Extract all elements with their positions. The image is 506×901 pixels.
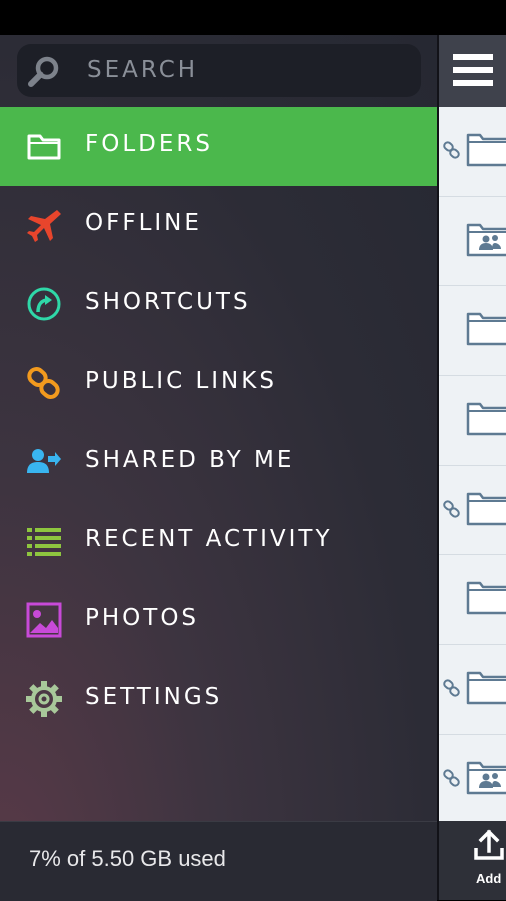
menu-item-shortcuts[interactable]: SHORTCUTS [0, 265, 437, 344]
shortcut-icon [27, 287, 61, 321]
menu-item-folders[interactable]: FOLDERS [0, 107, 437, 186]
search-field[interactable]: SEARCH [17, 44, 421, 97]
list-icon [27, 528, 61, 556]
menu-item-label: SHARED BY ME [85, 447, 295, 473]
add-button-label[interactable]: Add [476, 871, 501, 886]
airplane-icon [27, 210, 61, 242]
menu-item-label: SHORTCUTS [85, 289, 251, 315]
folder-list [439, 107, 506, 825]
shared-user-icon [27, 449, 61, 473]
folder-icon [466, 492, 506, 525]
shared-folder-icon [466, 761, 506, 795]
menu-item-offline[interactable]: OFFLINE [0, 186, 437, 265]
menu-item-label: SETTINGS [85, 684, 223, 710]
search-icon [28, 56, 59, 87]
menu-item-settings[interactable]: SETTINGS [0, 660, 437, 739]
folder-icon [466, 313, 506, 346]
menu-icon[interactable] [453, 52, 493, 88]
folder-row[interactable] [439, 735, 506, 825]
folder-row[interactable] [439, 466, 506, 556]
navigation-drawer: SEARCH FOLDERS OFFLINE SHORTCUTS PUBLIC … [0, 35, 437, 901]
folder-icon [27, 134, 61, 160]
menu-item-label: FOLDERS [85, 131, 213, 157]
menu-item-label: PHOTOS [85, 605, 200, 631]
bottom-bar: Add [439, 821, 506, 900]
menu-item-label: RECENT ACTIVITY [85, 526, 333, 552]
folder-row[interactable] [439, 376, 506, 466]
menu-item-recent-activity[interactable]: RECENT ACTIVITY [0, 502, 437, 581]
link-icon [443, 679, 460, 697]
storage-usage-text: 7% of 5.50 GB used [29, 846, 226, 871]
folder-row[interactable] [439, 197, 506, 287]
gear-icon [26, 681, 62, 717]
folder-icon [466, 402, 506, 436]
folder-icon [466, 671, 506, 705]
menu-item-photos[interactable]: PHOTOS [0, 581, 437, 660]
menu-item-label: PUBLIC LINKS [85, 368, 277, 394]
link-icon [443, 500, 460, 518]
folder-list-pane: Add [439, 35, 506, 900]
menu-item-label: OFFLINE [85, 210, 202, 236]
shared-folder-icon [466, 223, 506, 256]
folder-icon [466, 133, 506, 167]
status-bar [0, 0, 506, 35]
link-icon [443, 769, 460, 787]
drawer-menu: FOLDERS OFFLINE SHORTCUTS PUBLIC LINKS S… [0, 107, 437, 739]
folder-row[interactable] [439, 555, 506, 646]
toolbar [439, 35, 506, 107]
menu-item-shared-by-me[interactable]: SHARED BY ME [0, 423, 437, 502]
link-icon [27, 367, 60, 399]
upload-icon[interactable] [473, 829, 505, 861]
folder-row[interactable] [439, 286, 506, 377]
folder-row[interactable] [439, 645, 506, 735]
search-placeholder: SEARCH [87, 57, 199, 83]
storage-footer: 7% of 5.50 GB used [0, 821, 437, 901]
photo-icon [26, 602, 62, 638]
link-icon [443, 141, 460, 159]
folder-icon [466, 582, 506, 615]
folder-row[interactable] [439, 107, 506, 197]
menu-item-public-links[interactable]: PUBLIC LINKS [0, 344, 437, 423]
